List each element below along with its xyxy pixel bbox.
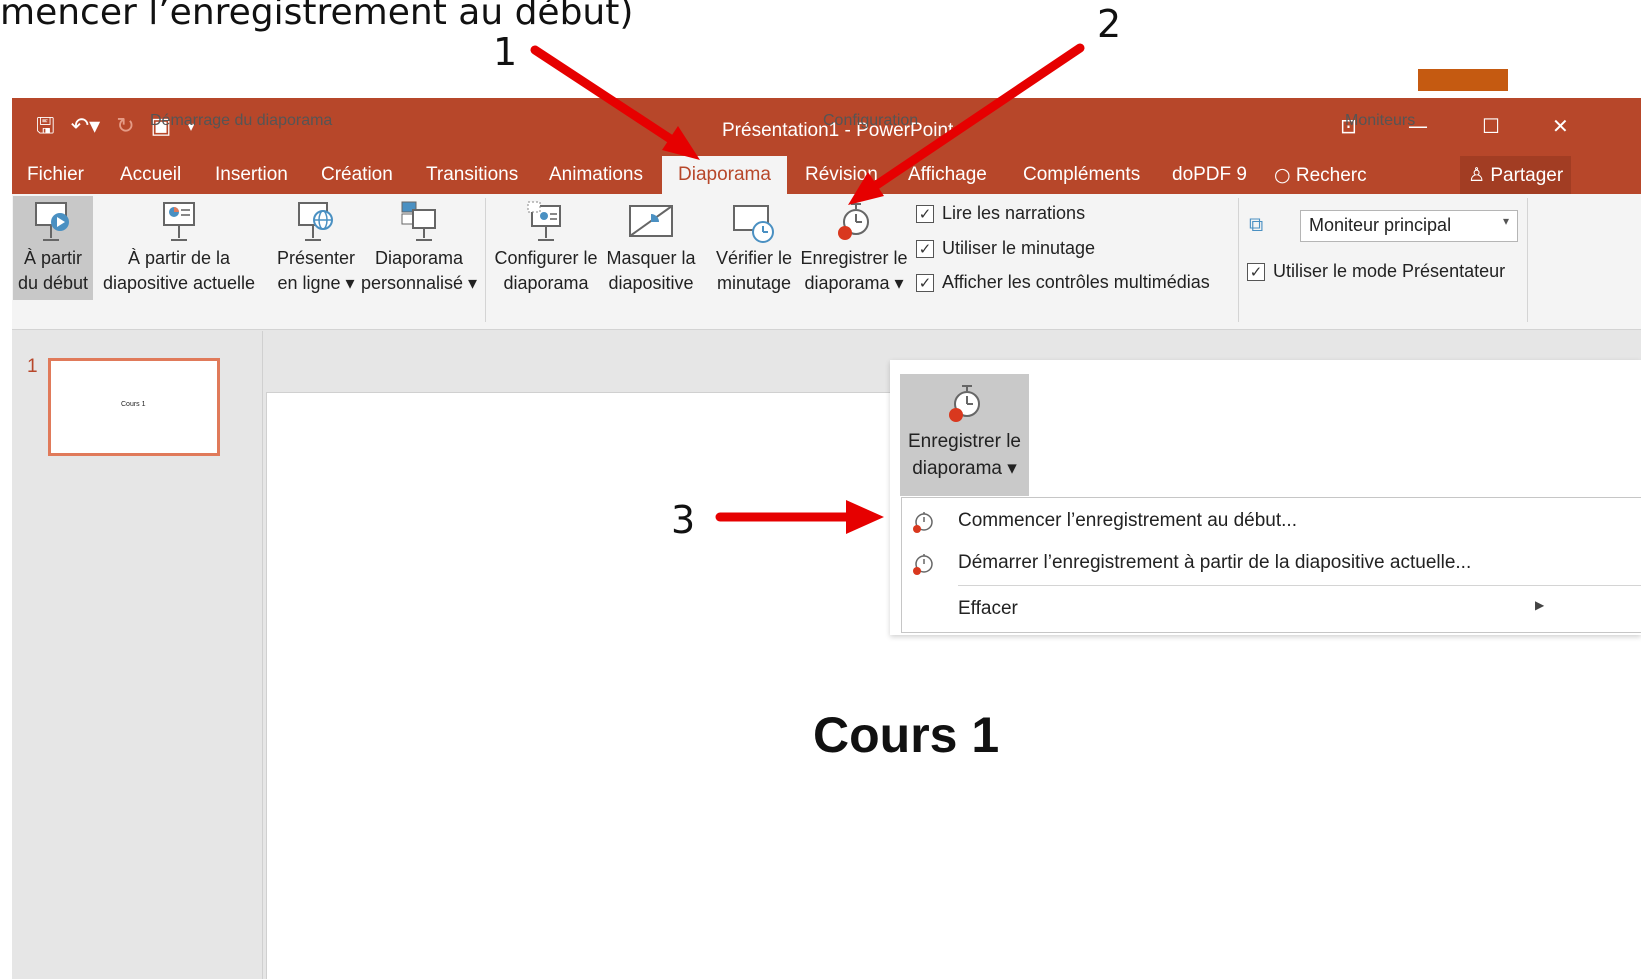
page: mencer l’enregistrement au début) 🖫 ↶▾ ↻… [0,0,1641,979]
arrow-2 [848,43,1085,205]
annotation-arrows [530,43,1085,534]
arrow-3 [715,500,884,534]
arrow-1 [530,45,700,160]
